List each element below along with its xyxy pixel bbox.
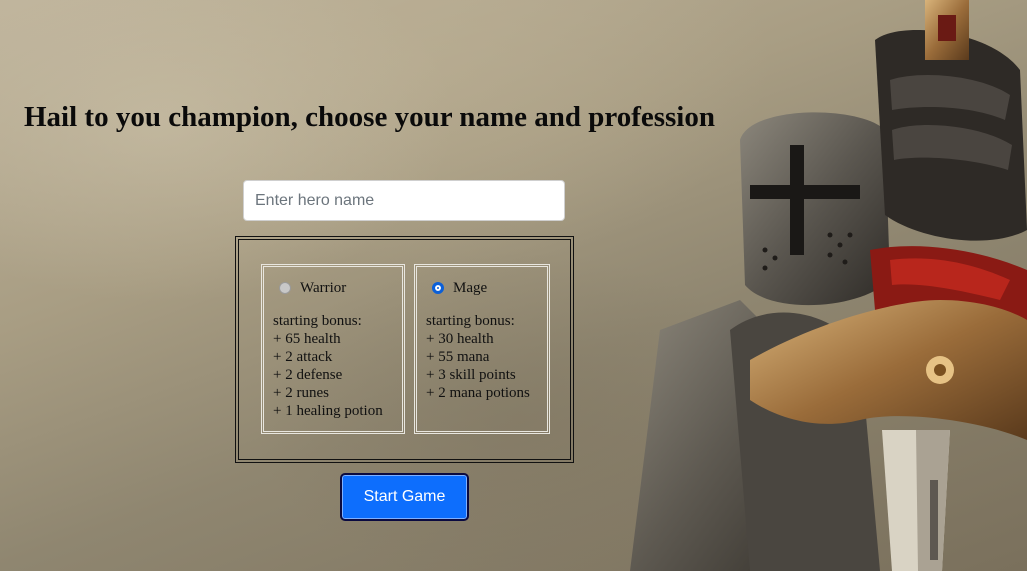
bonus-item: + 3 skill points [426, 367, 516, 383]
bonus-item: + 1 healing potion [273, 403, 383, 419]
warrior-bonus-list: starting bonus: + 65 health + 2 attack +… [273, 312, 402, 420]
mage-bonus-list: starting bonus: + 30 health + 55 mana + … [426, 312, 547, 402]
profession-card-warrior: Warrior starting bonus: + 65 health + 2 … [261, 264, 405, 434]
start-game-button[interactable]: Start Game [340, 473, 469, 521]
bonus-item: + 2 mana potions [426, 385, 530, 401]
bonus-item: + 2 attack [273, 349, 333, 365]
profession-selector: Warrior starting bonus: + 65 health + 2 … [235, 236, 574, 463]
warrior-radio[interactable] [279, 282, 291, 294]
warrior-label: Warrior [300, 280, 347, 296]
knight-artwork [630, 0, 1027, 571]
bonus-item: + 65 health [273, 331, 341, 347]
bonus-item: + 2 defense [273, 367, 343, 383]
warrior-option[interactable]: Warrior [273, 277, 402, 299]
bonus-title: starting bonus: [273, 313, 362, 329]
mage-radio[interactable] [432, 282, 444, 294]
bonus-item: + 2 runes [273, 385, 329, 401]
hero-name-input[interactable] [243, 180, 565, 221]
mage-option[interactable]: Mage [426, 277, 547, 299]
mage-label: Mage [453, 280, 488, 296]
bonus-item: + 55 mana [426, 349, 490, 365]
profession-card-mage: Mage starting bonus: + 30 health + 55 ma… [414, 264, 550, 434]
page-title: Hail to you champion, choose your name a… [24, 101, 715, 133]
bonus-item: + 30 health [426, 331, 494, 347]
bonus-title: starting bonus: [426, 313, 515, 329]
